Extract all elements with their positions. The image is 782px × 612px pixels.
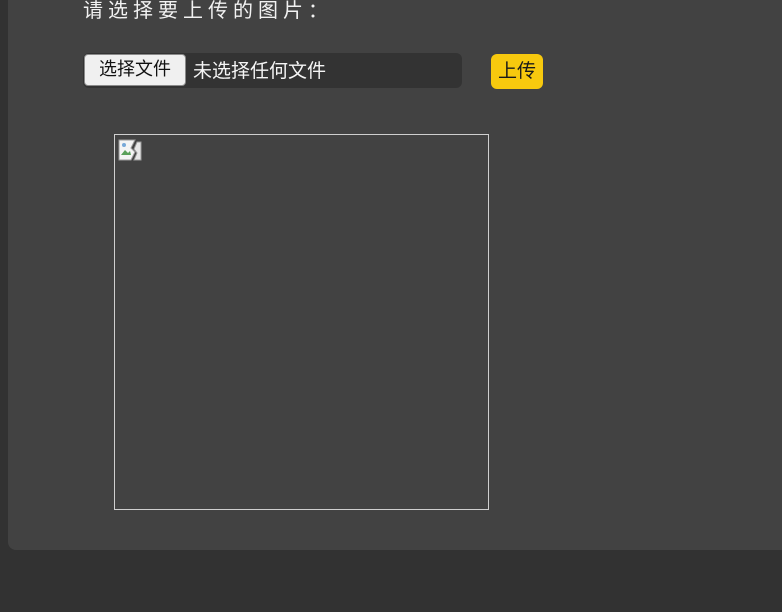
file-input[interactable]: 选择文件 未选择任何文件 — [83, 53, 462, 88]
image-preview — [114, 134, 489, 510]
file-status-text: 未选择任何文件 — [193, 60, 327, 82]
broken-image-icon — [118, 139, 142, 161]
upload-prompt: 请选择要上传的图片： — [83, 0, 333, 22]
choose-file-button[interactable]: 选择文件 — [84, 54, 186, 86]
upload-button[interactable]: 上传 — [491, 54, 543, 89]
